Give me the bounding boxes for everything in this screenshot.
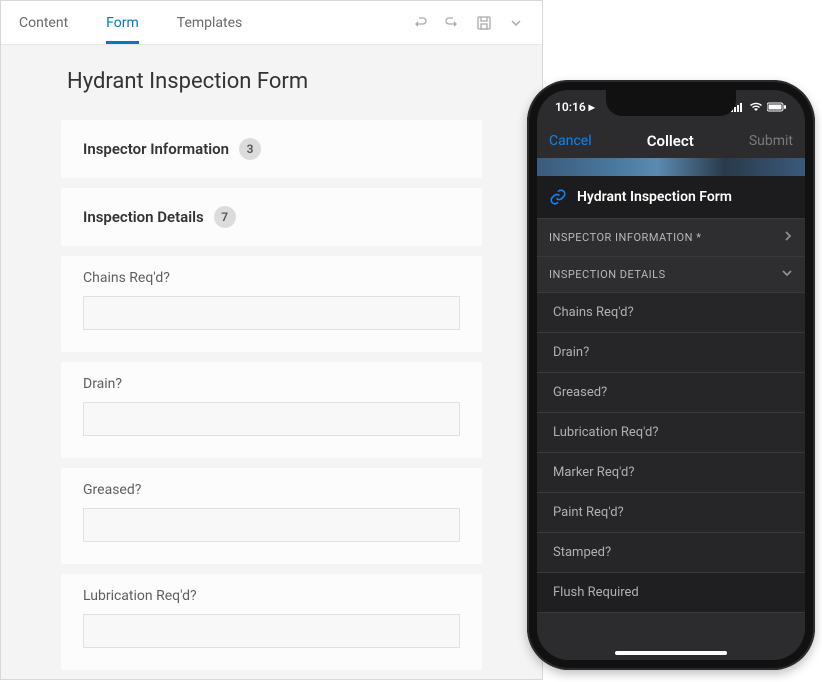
field-card[interactable]: Chains Req'd? (61, 256, 482, 352)
field-input[interactable] (83, 614, 460, 648)
tabs-bar: Content Form Templates (1, 1, 542, 45)
section-row-label: INSPECTION DETAILS (549, 268, 666, 281)
field-row[interactable]: Chains Req'd? (537, 293, 805, 333)
section-row-inspector-information[interactable]: INSPECTOR INFORMATION * (537, 219, 805, 257)
field-card[interactable]: Drain? (61, 362, 482, 458)
field-label: Lubrication Req'd? (83, 588, 460, 604)
field-label: Drain? (83, 376, 460, 392)
field-row[interactable]: Stamped? (537, 533, 805, 573)
section-title: Inspection Details (83, 208, 204, 226)
field-row[interactable]: Flush Required (537, 573, 805, 613)
field-card[interactable]: Lubrication Req'd? (61, 574, 482, 670)
toolbar (412, 15, 524, 31)
section-count-badge: 7 (214, 206, 236, 228)
field-label: Chains Req'd? (83, 270, 460, 286)
cancel-button[interactable]: Cancel (549, 133, 592, 149)
field-input[interactable] (83, 402, 460, 436)
wifi-icon (749, 102, 763, 112)
nav-title: Collect (647, 132, 694, 150)
chevron-down-icon[interactable] (508, 15, 524, 31)
field-row[interactable]: Paint Req'd? (537, 493, 805, 533)
submit-button[interactable]: Submit (749, 133, 793, 149)
status-time: 10:16 ▸ (555, 100, 595, 114)
field-row[interactable]: Lubrication Req'd? (537, 413, 805, 453)
field-row[interactable]: Drain? (537, 333, 805, 373)
link-icon (549, 188, 567, 206)
section-row-label: INSPECTOR INFORMATION * (549, 231, 701, 244)
field-row[interactable]: Greased? (537, 373, 805, 413)
form-canvas: Hydrant Inspection Form Inspector Inform… (1, 45, 542, 679)
field-row[interactable]: Marker Req'd? (537, 453, 805, 493)
save-icon[interactable] (476, 15, 492, 31)
tab-content[interactable]: Content (19, 1, 68, 44)
phone-mockup: 10:16 ▸ Cancel Collect Submit Hydrant In… (527, 80, 815, 670)
home-indicator (615, 651, 727, 655)
tab-templates[interactable]: Templates (177, 1, 243, 44)
chevron-right-icon (783, 230, 793, 245)
nav-bar: Cancel Collect Submit (537, 124, 805, 158)
field-input[interactable] (83, 296, 460, 330)
undo-icon[interactable] (412, 15, 428, 31)
form-header-title: Hydrant Inspection Form (577, 189, 732, 205)
redo-icon[interactable] (444, 15, 460, 31)
section-inspector-information[interactable]: Inspector Information 3 (61, 120, 482, 178)
section-inspection-details[interactable]: Inspection Details 7 (61, 188, 482, 246)
battery-icon (767, 102, 787, 112)
field-label: Greased? (83, 482, 460, 498)
chevron-down-icon (781, 268, 793, 281)
form-header: Hydrant Inspection Form (537, 176, 805, 219)
phone-screen: 10:16 ▸ Cancel Collect Submit Hydrant In… (537, 90, 805, 660)
map-preview[interactable] (537, 158, 805, 176)
field-input[interactable] (83, 508, 460, 542)
desktop-form-editor: Content Form Templates Hydrant Inspectio… (0, 0, 543, 680)
form-title: Hydrant Inspection Form (67, 69, 482, 94)
status-indicators (731, 102, 787, 112)
field-card[interactable]: Greased? (61, 468, 482, 564)
phone-notch (606, 90, 736, 116)
tab-form[interactable]: Form (106, 1, 139, 44)
section-count-badge: 3 (239, 138, 261, 160)
section-title: Inspector Information (83, 140, 229, 158)
section-row-inspection-details[interactable]: INSPECTION DETAILS (537, 257, 805, 293)
